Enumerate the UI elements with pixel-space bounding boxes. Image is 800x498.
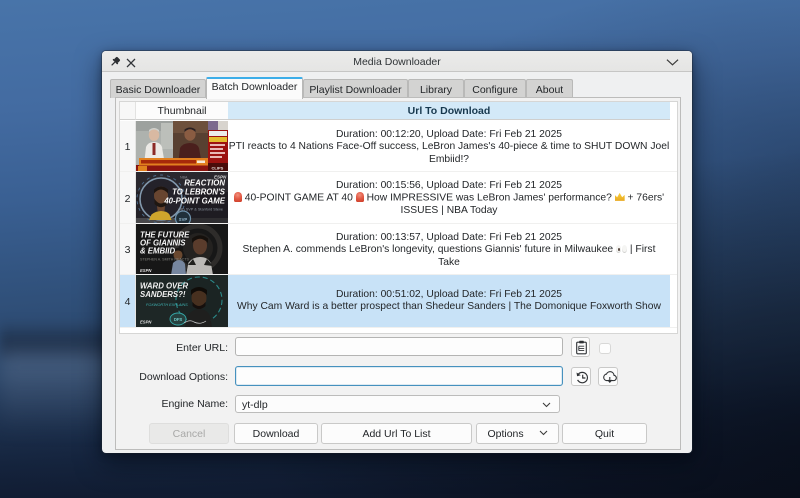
svg-text:& EMBIID: & EMBIID bbox=[140, 247, 175, 256]
svg-text:REACTION: REACTION bbox=[184, 179, 225, 188]
svg-text:FOXWORTH EXPLAINS: FOXWORTH EXPLAINS bbox=[146, 303, 188, 307]
svg-text:SANDERS?!: SANDERS?! bbox=[140, 290, 186, 299]
svg-text:SVP: SVP bbox=[179, 217, 188, 222]
svg-text:STEPHEN A. SMITH REACTS: STEPHEN A. SMITH REACTS bbox=[140, 258, 190, 262]
svg-text:CLIPS: CLIPS bbox=[212, 166, 224, 171]
svg-text:ESPN: ESPN bbox=[140, 268, 152, 273]
svg-text:ESPN: ESPN bbox=[140, 320, 152, 325]
svg-text:TO LEBRON'S: TO LEBRON'S bbox=[172, 188, 226, 197]
svg-text:40-POINT GAME: 40-POINT GAME bbox=[163, 197, 225, 206]
svg-text:DFS: DFS bbox=[174, 317, 183, 322]
